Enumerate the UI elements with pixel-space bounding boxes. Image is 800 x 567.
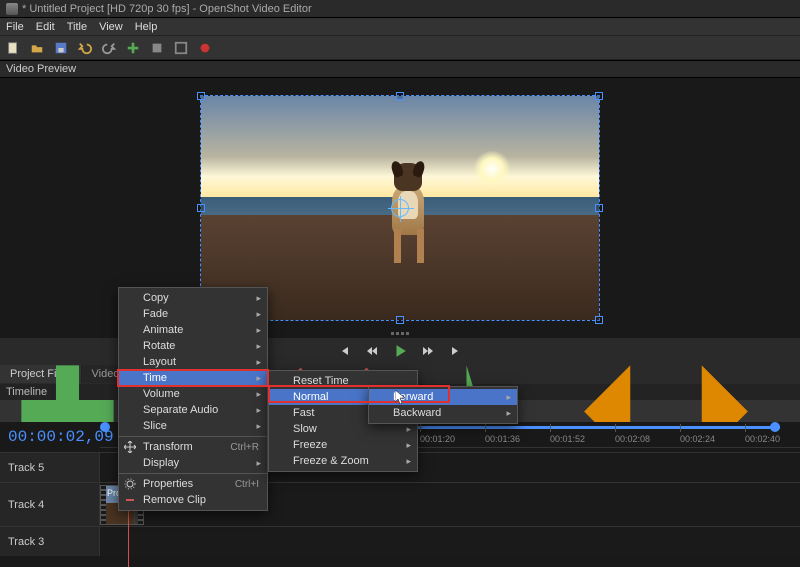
ctx-forward[interactable]: Forward▸ [369,389,517,405]
menu-view[interactable]: View [99,21,123,33]
open-file-icon[interactable] [30,41,44,55]
add-icon[interactable] [126,41,140,55]
save-file-icon[interactable] [54,41,68,55]
menu-help[interactable]: Help [135,21,158,33]
ctx-rotate[interactable]: Rotate▸ [119,338,267,354]
gear-icon [124,478,136,490]
preview-sun [473,150,511,188]
cursor-icon [395,390,407,406]
redo-icon[interactable] [102,41,116,55]
ctx-separate-audio[interactable]: Separate Audio▸ [119,402,267,418]
ctx-time[interactable]: Time▸ [119,370,267,386]
ctx-freeze[interactable]: Freeze▸ [269,437,417,453]
record-icon[interactable] [198,41,212,55]
track-label[interactable]: Track 5 [0,453,100,482]
transform-handle[interactable] [595,92,603,100]
transform-handle[interactable] [396,92,404,100]
window-titlebar: * Untitled Project [HD 720p 30 fps] - Op… [0,0,800,18]
menu-edit[interactable]: Edit [36,21,55,33]
ruler-tick: 00:02:24 [680,434,715,444]
transform-crosshair-icon[interactable] [391,199,409,217]
ctx-properties[interactable]: PropertiesCtrl+I [119,476,267,492]
transform-handle[interactable] [595,204,603,212]
track-label[interactable]: Track 3 [0,527,100,556]
track-content[interactable] [100,527,800,556]
menu-file[interactable]: File [6,21,24,33]
transform-handle[interactable] [197,92,205,100]
ruler-tick: 00:02:08 [615,434,650,444]
menu-title[interactable]: Title [67,21,87,33]
preview-dog [384,163,434,263]
ctx-volume[interactable]: Volume▸ [119,386,267,402]
menubar: File Edit Title View Help [0,18,800,36]
app-icon [6,3,18,15]
ctx-animate[interactable]: Animate▸ [119,322,267,338]
track-label[interactable]: Track 4 [0,483,100,526]
ctx-slice[interactable]: Slice▸ [119,418,267,434]
window-title: * Untitled Project [HD 720p 30 fps] - Op… [22,3,312,15]
ctx-separator [119,436,267,437]
direction-submenu: Forward▸ Backward▸ [368,386,518,424]
ctx-backward[interactable]: Backward▸ [369,405,517,421]
ruler-tick: 00:02:40 [745,434,780,444]
ctx-remove-clip[interactable]: Remove Clip [119,492,267,508]
export-icon[interactable] [150,41,164,55]
zoom-slider-start[interactable] [100,422,110,432]
ctx-transform[interactable]: TransformCtrl+R [119,439,267,455]
ctx-separator [119,473,267,474]
ruler-tick: 00:01:36 [485,434,520,444]
move-icon [124,441,136,453]
panel-drag-handle[interactable] [385,332,415,336]
preview-title: Video Preview [6,63,76,75]
ruler-tick: 00:01:52 [550,434,585,444]
zoom-slider-end[interactable] [770,422,780,432]
preview-panel-header: Video Preview [0,60,800,78]
ctx-display[interactable]: Display▸ [119,455,267,471]
ctx-copy[interactable]: Copy▸ [119,290,267,306]
track-row: Track 3 [0,526,800,556]
ctx-freeze-zoom[interactable]: Freeze & Zoom▸ [269,453,417,469]
remove-icon [124,494,136,506]
ruler-tick: 00:01:20 [420,434,455,444]
main-toolbar [0,36,800,60]
new-file-icon[interactable] [6,41,20,55]
transform-handle[interactable] [595,316,603,324]
clip-context-menu: Copy▸ Fade▸ Animate▸ Rotate▸ Layout▸ Tim… [118,287,268,511]
ctx-fade[interactable]: Fade▸ [119,306,267,322]
transform-handle[interactable] [396,316,404,324]
undo-icon[interactable] [78,41,92,55]
transform-handle[interactable] [197,204,205,212]
ctx-layout[interactable]: Layout▸ [119,354,267,370]
fullscreen-icon[interactable] [174,41,188,55]
